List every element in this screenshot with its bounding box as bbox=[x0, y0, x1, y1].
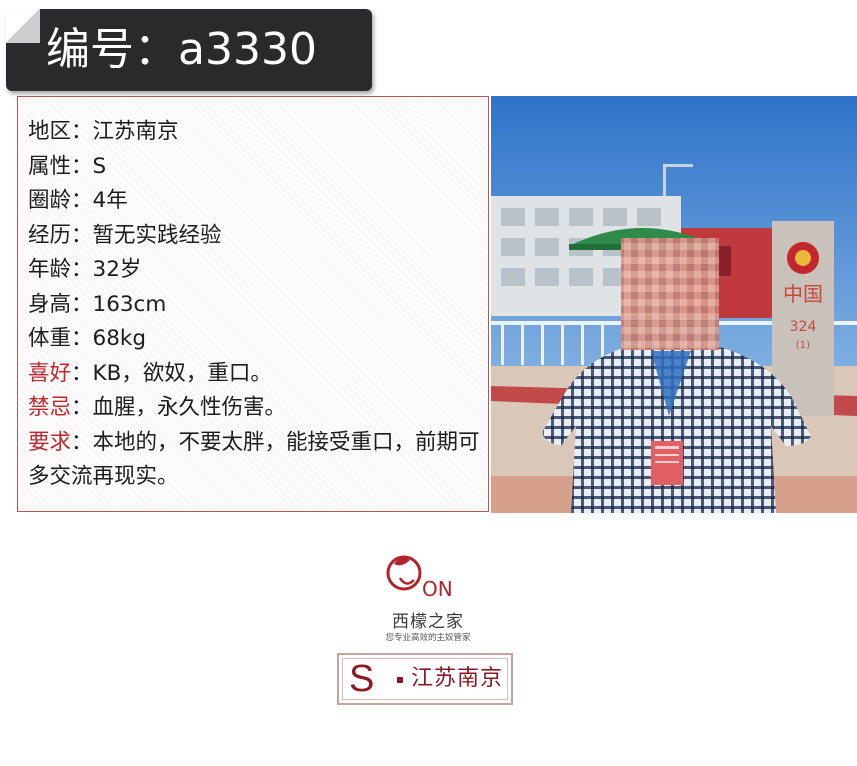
badge-separator-dot bbox=[397, 677, 403, 683]
label-preferences: 喜好 bbox=[28, 360, 72, 386]
photo-illustration: 中国 324 (1) bbox=[491, 96, 857, 513]
label-height: 身高： bbox=[28, 291, 93, 317]
row-height: 身高：163cm bbox=[28, 288, 483, 323]
value-weight: 68kg bbox=[92, 326, 146, 351]
value-taboos: 血腥，永久性伤害。 bbox=[92, 395, 287, 420]
row-weight: 体重：68kg bbox=[28, 322, 483, 357]
separator: ： bbox=[71, 395, 93, 420]
brand-name: 西檬之家 bbox=[392, 612, 464, 632]
profile-info: 地区：江苏南京 属性：S 圈龄：4年 经历：暂无实践经验 年龄：32岁 身高：1… bbox=[28, 115, 483, 495]
badge-city: 江苏南京 bbox=[411, 666, 504, 691]
profile-number-title: 编号：a3330 bbox=[46, 24, 317, 75]
id-tag: 编号：a3330 bbox=[6, 9, 372, 91]
row-taboos: 禁忌：血腥，永久性伤害。 bbox=[28, 391, 483, 426]
value-region: 江苏南京 bbox=[92, 119, 179, 144]
row-experience: 经历：暂无实践经验 bbox=[28, 219, 483, 254]
attribute-city-badge: S 江苏南京 bbox=[337, 653, 513, 705]
row-requirements: 要求：本地的，不要太胖，能接受重口，前期可多交流再现实。 bbox=[28, 426, 483, 495]
stone-text-country: 中国 bbox=[783, 282, 823, 306]
row-circle-age: 圈龄：4年 bbox=[28, 184, 483, 219]
label-taboos: 禁忌 bbox=[28, 395, 72, 420]
folded-corner-shade bbox=[6, 9, 40, 43]
label-attribute: 属性： bbox=[28, 153, 93, 179]
brand-slogan: 您专业高效的主奴管家 bbox=[385, 633, 471, 643]
logo-mark-text: ON bbox=[422, 577, 453, 601]
value-requirements: 本地的，不要太胖，能接受重口，前期可多交流再现实。 bbox=[28, 429, 480, 490]
separator: ： bbox=[71, 429, 93, 455]
value-preferences: KB，欲奴，重口。 bbox=[92, 360, 272, 386]
label-age: 年龄： bbox=[28, 257, 93, 282]
value-experience: 暂无实践经验 bbox=[92, 222, 222, 248]
separator: ： bbox=[71, 360, 93, 386]
profile-card: 地区：江苏南京 属性：S 圈龄：4年 经历：暂无实践经验 年龄：32岁 身高：1… bbox=[17, 96, 489, 512]
stone-text-number: 324 bbox=[790, 319, 817, 335]
value-height: 163cm bbox=[92, 291, 167, 317]
value-age: 32岁 bbox=[92, 257, 142, 282]
badge-attribute-letter: S bbox=[349, 658, 375, 700]
label-requirements: 要求 bbox=[28, 429, 72, 455]
row-region: 地区：江苏南京 bbox=[28, 115, 483, 150]
profile-photo: 中国 324 (1) bbox=[491, 96, 857, 513]
row-attribute: 属性：S bbox=[28, 150, 483, 185]
value-circle-age: 4年 bbox=[92, 188, 128, 213]
label-region: 地区： bbox=[28, 119, 93, 144]
row-preferences: 喜好：KB，欲奴，重口。 bbox=[28, 357, 483, 392]
label-circle-age: 圈龄： bbox=[28, 188, 93, 213]
logo-mark-icon: ON bbox=[386, 555, 453, 601]
value-attribute: S bbox=[92, 153, 107, 179]
label-experience: 经历： bbox=[28, 222, 93, 248]
label-weight: 体重： bbox=[28, 326, 93, 351]
row-age: 年龄：32岁 bbox=[28, 253, 483, 288]
stone-text-sub: (1) bbox=[796, 340, 810, 351]
